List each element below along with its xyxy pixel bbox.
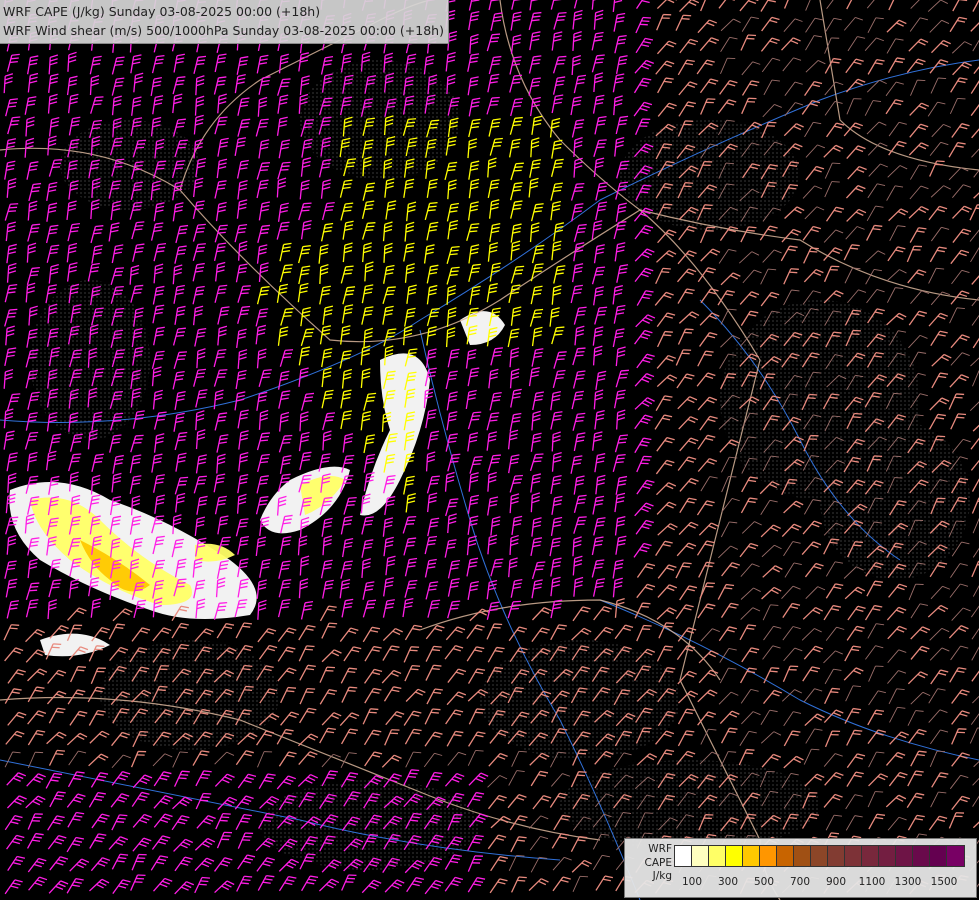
- legend-tick: 1100: [858, 876, 886, 888]
- legend-swatch: [862, 846, 879, 866]
- legend-swatch: [828, 846, 845, 866]
- legend-tick: 1300: [894, 876, 922, 888]
- legend-swatch: [743, 846, 760, 866]
- legend-labels: WRF CAPE J/kg: [628, 843, 672, 884]
- weather-map: [0, 0, 979, 900]
- legend-label-model: WRF: [648, 843, 672, 855]
- legend-tick: 500: [753, 876, 775, 888]
- legend-color-scale: [674, 845, 965, 867]
- legend-swatch: [811, 846, 828, 866]
- wind-shear-title: WRF Wind shear (m/s) 500/1000hPa Sunday …: [3, 23, 444, 38]
- legend-swatch: [913, 846, 930, 866]
- legend-swatch: [709, 846, 726, 866]
- legend-label-unit: J/kg: [652, 870, 672, 882]
- legend-swatch: [692, 846, 709, 866]
- legend-tick: 700: [789, 876, 811, 888]
- legend-swatch: [794, 846, 811, 866]
- legend-swatch: [675, 846, 692, 866]
- cape-title: WRF CAPE (J/kg) Sunday 03-08-2025 00:00 …: [3, 4, 321, 19]
- terrain-area: [260, 780, 480, 870]
- legend-swatch: [760, 846, 777, 866]
- legend-tick: 300: [717, 876, 739, 888]
- legend-swatch: [726, 846, 743, 866]
- legend-swatch: [947, 846, 964, 866]
- legend-swatch: [896, 846, 913, 866]
- cape-legend: WRF CAPE J/kg 100 300 500 700 900 1100 1300 150…: [624, 838, 977, 898]
- legend-tick: 1500: [930, 876, 958, 888]
- legend-swatch: [845, 846, 862, 866]
- legend-tick: 100: [681, 876, 703, 888]
- map-title-box: WRF CAPE (J/kg) Sunday 03-08-2025 00:00 …: [0, 0, 449, 44]
- terrain-area: [560, 760, 820, 850]
- legend-label-field: CAPE: [644, 856, 672, 869]
- terrain-area: [30, 280, 150, 440]
- legend-swatch: [930, 846, 947, 866]
- legend-swatch: [777, 846, 794, 866]
- terrain-area: [620, 120, 800, 230]
- legend-swatch: [879, 846, 896, 866]
- legend-tick: 900: [825, 876, 847, 888]
- legend-tick-labels: 100 300 500 700 900 1100 1300 1500: [674, 876, 974, 890]
